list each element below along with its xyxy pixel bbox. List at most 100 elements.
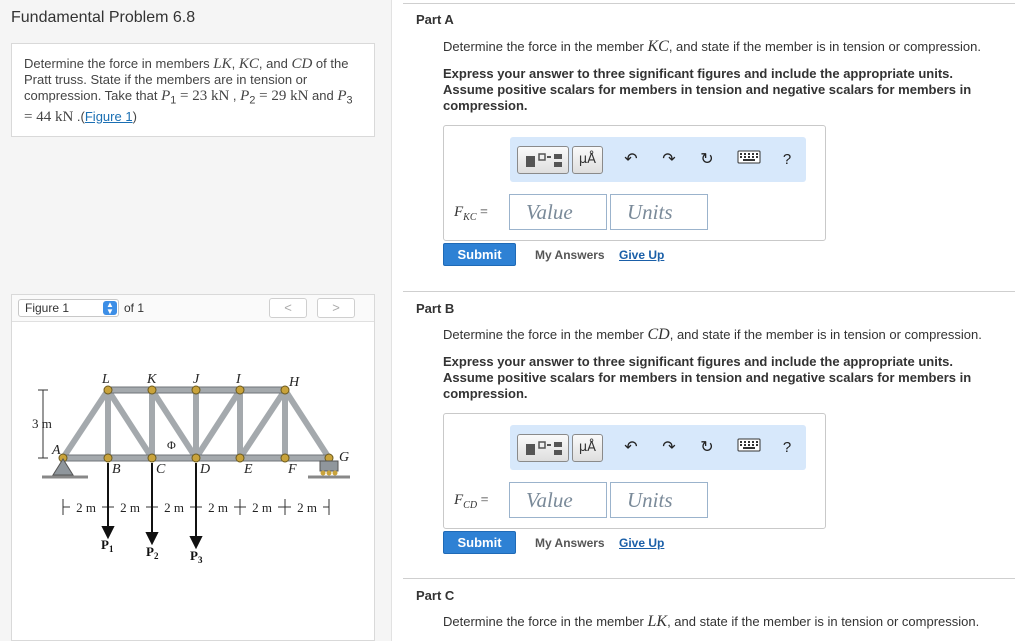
pin-support-icon	[42, 458, 88, 479]
select-stepper-icon: ▲ ▼	[103, 301, 117, 316]
figure-prev-button[interactable]: <	[269, 298, 307, 318]
part-divider	[403, 291, 1015, 292]
figure-link[interactable]: Figure 1	[85, 109, 133, 124]
load-label-p3: P3	[190, 548, 203, 565]
node-label-k: K	[146, 372, 157, 387]
p3-symbol: P	[337, 88, 347, 104]
figure-select[interactable]: Figure 1 ▲ ▼	[18, 299, 119, 317]
member-lk: LK	[213, 56, 232, 72]
truss-figure: L K J I H A B C D E F G Φ 3 m 2 m 2 m 2 …	[32, 372, 350, 565]
question-text: Determine the force in the member	[443, 327, 648, 342]
units-input[interactable]: Units	[610, 482, 708, 518]
statement-text: ,	[229, 88, 241, 103]
node-label-h: H	[288, 375, 300, 390]
help-icon[interactable]: ?	[776, 150, 798, 170]
templates-icon	[526, 441, 562, 455]
help-icon[interactable]: ?	[776, 438, 798, 458]
load-arrow-icon	[189, 536, 203, 550]
figure-header: Figure 1 ▲ ▼ of 1 < >	[12, 295, 374, 322]
units-input[interactable]: Units	[610, 194, 708, 230]
p1-value: = 23 kN	[176, 88, 230, 104]
part-b-submit-button[interactable]: Submit	[443, 531, 516, 554]
part-a-question: Determine the force in the member KC, an…	[443, 38, 1008, 56]
height-label: 3 m	[32, 416, 52, 431]
span-label: 2 m	[120, 500, 140, 515]
span-label: 2 m	[76, 500, 96, 515]
undo-icon[interactable]: ↶	[620, 438, 642, 458]
p2-value: = 29 kN	[255, 88, 309, 104]
span-label: 2 m	[164, 500, 184, 515]
part-c-title: Part C	[416, 588, 455, 603]
part-b-give-up-link[interactable]: Give Up	[619, 536, 664, 550]
question-member: LK	[647, 613, 668, 630]
answer-label: FKC =	[454, 204, 488, 223]
load-label-p2: P2	[146, 544, 159, 561]
span-label: 2 m	[252, 500, 272, 515]
statement-text: Determine the force in members	[24, 56, 214, 71]
node-label-e: E	[243, 462, 253, 477]
figure-panel: Figure 1 ▲ ▼ of 1 < > L K J I H A B C D …	[11, 294, 375, 641]
math-toolbar: μÅ ↶ ↷ ↻ ?	[510, 137, 806, 182]
templates-button[interactable]	[517, 146, 569, 174]
figure-select-value: Figure 1	[25, 301, 70, 315]
reset-icon[interactable]: ↻	[696, 150, 718, 170]
part-a-instructions: Express your answer to three significant…	[443, 66, 972, 113]
value-input[interactable]: Value	[509, 482, 607, 518]
redo-icon[interactable]: ↷	[658, 150, 680, 170]
answer-label: FCD =	[454, 492, 489, 511]
part-b-question: Determine the force in the member CD, an…	[443, 326, 1008, 344]
part-b-title: Part B	[416, 301, 455, 316]
part-a-my-answers-link[interactable]: My Answers	[535, 248, 605, 262]
question-text: , and state if the member is in tension …	[668, 39, 981, 54]
node-label-c: C	[156, 462, 166, 477]
statement-text: .(	[73, 108, 85, 124]
node-label-d: D	[199, 462, 210, 477]
question-member: KC	[647, 38, 669, 55]
p1-symbol: P	[161, 88, 171, 104]
templates-button[interactable]	[517, 434, 569, 462]
node-label-b: B	[112, 462, 121, 477]
figure-next-button[interactable]: >	[317, 298, 355, 318]
problem-statement: Determine the force in members LK, KC, a…	[11, 43, 375, 137]
node-label-a: A	[51, 443, 61, 458]
value-input[interactable]: Value	[509, 194, 607, 230]
part-c-question: Determine the force in the member LK, an…	[443, 613, 1008, 631]
problem-panel: Fundamental Problem 6.8 Determine the fo…	[0, 0, 392, 641]
units-button[interactable]: μÅ	[572, 146, 603, 174]
load-arrow-icon	[145, 532, 159, 546]
node-label-i: I	[235, 372, 242, 387]
member-kc: KC	[238, 56, 259, 72]
node-label-f: F	[287, 462, 297, 477]
part-a-title: Part A	[416, 12, 454, 27]
question-text: , and state if the member is in tension …	[669, 327, 982, 342]
part-divider	[403, 3, 1015, 4]
part-b-my-answers-link[interactable]: My Answers	[535, 536, 605, 550]
load-label-p1: P1	[101, 537, 114, 554]
part-a-answer-box: μÅ ↶ ↷ ↻ ? FKC = Value Units	[443, 125, 826, 241]
node-label-l: L	[101, 372, 110, 387]
problem-title: Fundamental Problem 6.8	[11, 9, 196, 26]
node-label-g: G	[339, 450, 349, 465]
redo-icon[interactable]: ↷	[658, 438, 680, 458]
reset-icon[interactable]: ↻	[696, 438, 718, 458]
keyboard-icon[interactable]	[736, 438, 762, 458]
question-member: CD	[647, 326, 670, 343]
p2-symbol: P	[240, 88, 250, 104]
part-a-submit-button[interactable]: Submit	[443, 243, 516, 266]
undo-icon[interactable]: ↶	[620, 150, 642, 170]
figure-count: of 1	[124, 301, 145, 315]
p3-subscript: 3	[346, 94, 353, 107]
statement-text: )	[132, 108, 137, 124]
part-a-give-up-link[interactable]: Give Up	[619, 248, 664, 262]
units-button[interactable]: μÅ	[572, 434, 603, 462]
statement-text: , and	[258, 56, 292, 71]
truss-members	[60, 387, 332, 461]
question-text: Determine the force in the member	[443, 39, 648, 54]
templates-icon	[526, 153, 562, 167]
partial-label: Φ	[167, 438, 176, 452]
part-divider	[403, 578, 1015, 579]
span-label: 2 m	[297, 500, 317, 515]
load-arrow-icon	[101, 526, 115, 540]
keyboard-icon[interactable]	[736, 150, 762, 170]
question-text: Determine the force in the member	[443, 614, 648, 629]
